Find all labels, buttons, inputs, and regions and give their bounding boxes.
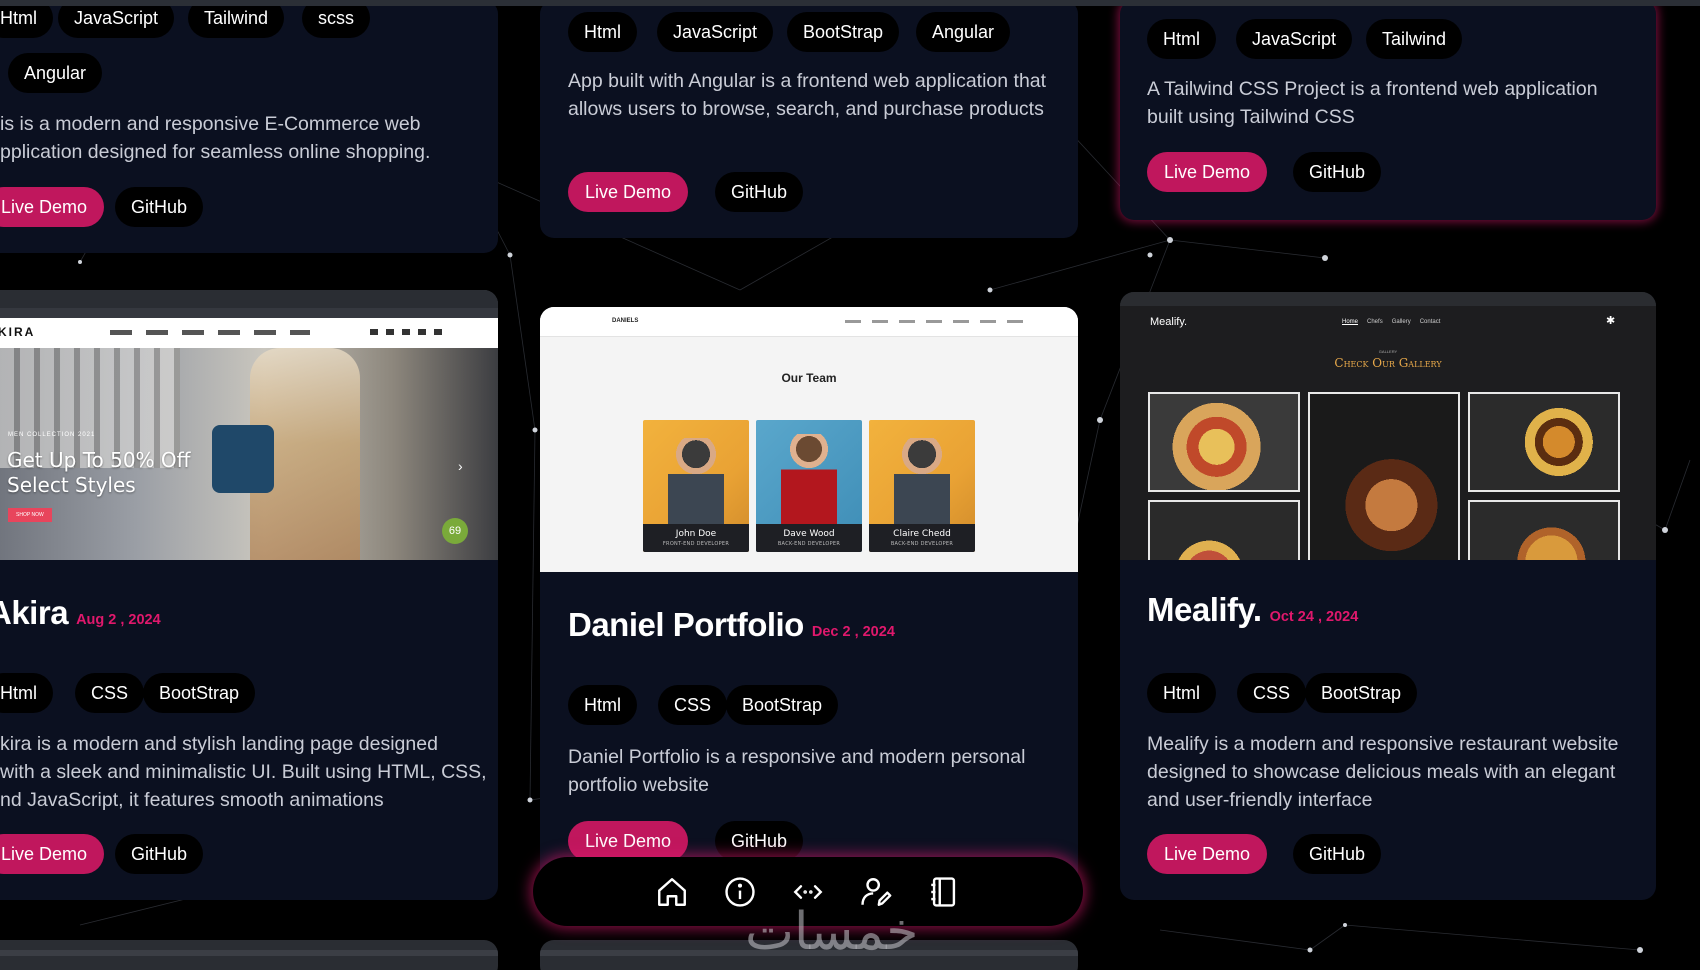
project-card-ecommerce: Html JavaScript Tailwind scss Angular is… — [0, 0, 498, 253]
project-date: Aug 2 , 2024 — [76, 612, 161, 628]
tag-bootstrap: BootStrap — [726, 685, 839, 725]
gallery-dish-image — [1148, 500, 1300, 560]
project-description: is is a modern and responsive E-Commerce… — [0, 113, 431, 163]
tag-bootstrap: BootStrap — [787, 12, 900, 52]
window-top-bar — [0, 0, 1700, 6]
nav-chefs: Chefs — [1367, 319, 1383, 325]
watermark-logo: خمسات — [745, 902, 919, 962]
live-demo-button[interactable]: Live Demo — [0, 834, 105, 874]
nav-contact: Contact — [1419, 319, 1441, 325]
team-member-card: John Doe FRONT-END DEVELOPER — [643, 420, 749, 552]
tag-tailwind: Tailwind — [1366, 19, 1463, 59]
member-name: John Doe — [675, 529, 717, 539]
gallery-steak-image — [1308, 392, 1460, 560]
tag-bootstrap: BootStrap — [143, 673, 256, 713]
member-photo — [894, 438, 950, 528]
member-role: BACK-END DEVELOPER — [890, 541, 954, 547]
project-description: Mealify is a modern and responsive resta… — [1147, 733, 1619, 811]
cart-badge: 69 — [442, 518, 468, 544]
site-header: DANIELS — [540, 307, 1078, 337]
gallery-burger-image — [1468, 392, 1620, 492]
project-title: Mealify. Oct 24 , 2024 — [1147, 591, 1359, 628]
slider-next-icon: › — [458, 458, 463, 474]
github-button[interactable]: GitHub — [115, 187, 204, 227]
member-photo — [781, 434, 837, 528]
gallery-pizza-image — [1148, 392, 1300, 492]
tag-html: Html — [1147, 19, 1216, 59]
tag-html: Html — [568, 685, 637, 725]
member-name: Dave Wood — [783, 529, 835, 539]
site-logo: Mealify. — [1150, 316, 1188, 328]
tag-angular: Angular — [916, 12, 1011, 52]
tag-html: Html — [1147, 673, 1216, 713]
notebook-icon[interactable] — [925, 873, 963, 911]
live-demo-button[interactable]: Live Demo — [1147, 834, 1268, 874]
shop-now-button: SHOP NOW — [8, 508, 52, 522]
member-photo — [668, 438, 724, 528]
settings-icon: ✱ — [1606, 315, 1616, 327]
tag-css: CSS — [658, 685, 728, 725]
team-heading: Our Team — [781, 371, 837, 385]
site-nav: Home Chefs Gallery Contact — [1342, 319, 1440, 325]
project-screenshot: DANIELS Our Team John Doe FRONT-END DEVEL… — [540, 307, 1078, 572]
project-date: Dec 2 , 2024 — [811, 624, 895, 640]
live-demo-button[interactable]: Live Demo — [0, 187, 105, 227]
project-card-daniel-portfolio: DANIELS Our Team John Doe FRONT-END DEVEL… — [540, 307, 1078, 907]
project-date: Oct 24 , 2024 — [1269, 609, 1359, 625]
project-description: A Tailwind CSS Project is a frontend web… — [1147, 78, 1598, 128]
team-member-card: Dave Wood BACK-END DEVELOPER — [756, 420, 862, 552]
github-button[interactable]: GitHub — [715, 821, 804, 861]
tag-css: CSS — [1237, 673, 1307, 713]
tag-javascript: JavaScript — [657, 12, 774, 52]
member-name: Claire Chedd — [893, 529, 951, 539]
hero-bag — [212, 425, 274, 493]
project-description: Daniel Portfolio is a responsive and mod… — [568, 746, 1026, 796]
hero-headline-1: Get Up To 50% Off — [7, 448, 191, 472]
project-title: AkiraAug 2 , 2024 — [0, 594, 161, 631]
gallery-heading: Check Our Gallery — [1334, 356, 1442, 370]
tag-angular: Angular — [8, 53, 103, 93]
project-card-next-left — [0, 940, 498, 970]
tag-css: CSS — [75, 673, 145, 713]
tag-html: Html — [0, 673, 53, 713]
team-member-card: Claire Chedd BACK-END DEVELOPER — [869, 420, 975, 552]
live-demo-button[interactable]: Live Demo — [568, 821, 689, 861]
live-demo-button[interactable]: Live Demo — [568, 172, 689, 212]
project-card-akira: KIRA MEN COLLECTION 2021 Get Up To 50% O… — [0, 290, 498, 900]
project-description: kira is a modern and stylish landing pag… — [0, 733, 487, 811]
member-role: BACK-END DEVELOPER — [777, 541, 841, 547]
site-logo: KIRA — [0, 325, 36, 339]
gallery-chicken-image — [1468, 500, 1620, 560]
site-nav-icons — [370, 329, 450, 335]
project-screenshot: KIRA MEN COLLECTION 2021 Get Up To 50% O… — [0, 290, 498, 560]
github-button[interactable]: GitHub — [1293, 834, 1382, 874]
tag-javascript: JavaScript — [1236, 19, 1353, 59]
site-logo: DANIELS — [612, 318, 639, 324]
live-demo-button[interactable]: Live Demo — [1147, 152, 1268, 192]
site-nav-links — [110, 330, 310, 335]
github-button[interactable]: GitHub — [1293, 152, 1382, 192]
nav-gallery: Gallery — [1391, 319, 1411, 325]
hero-headline-2: Select Styles — [7, 473, 136, 497]
project-card-angular-app: Html JavaScript BootStrap Angular App bu… — [540, 0, 1078, 238]
project-card-mealify: Mealify. Home Chefs Gallery Contact ✱ GA… — [1120, 292, 1656, 900]
gallery-kicker: GALLERY — [1378, 349, 1398, 354]
hero-kicker: MEN COLLECTION 2021 — [8, 432, 96, 438]
project-card-tailwind: Html JavaScript Tailwind A Tailwind CSS … — [1120, 0, 1656, 220]
site-nav-links — [845, 320, 1030, 323]
project-description: App built with Angular is a frontend web… — [568, 70, 1047, 120]
project-title: Daniel Portfolio Dec 2 , 2024 — [568, 606, 895, 643]
tag-bootstrap: BootStrap — [1305, 673, 1418, 713]
home-icon[interactable] — [653, 873, 691, 911]
github-button[interactable]: GitHub — [115, 834, 204, 874]
member-role: FRONT-END DEVELOPER — [662, 541, 730, 547]
project-screenshot: Mealify. Home Chefs Gallery Contact ✱ GA… — [1120, 292, 1656, 560]
github-button[interactable]: GitHub — [715, 172, 804, 212]
tag-html: Html — [568, 12, 637, 52]
nav-home: Home — [1342, 319, 1359, 325]
